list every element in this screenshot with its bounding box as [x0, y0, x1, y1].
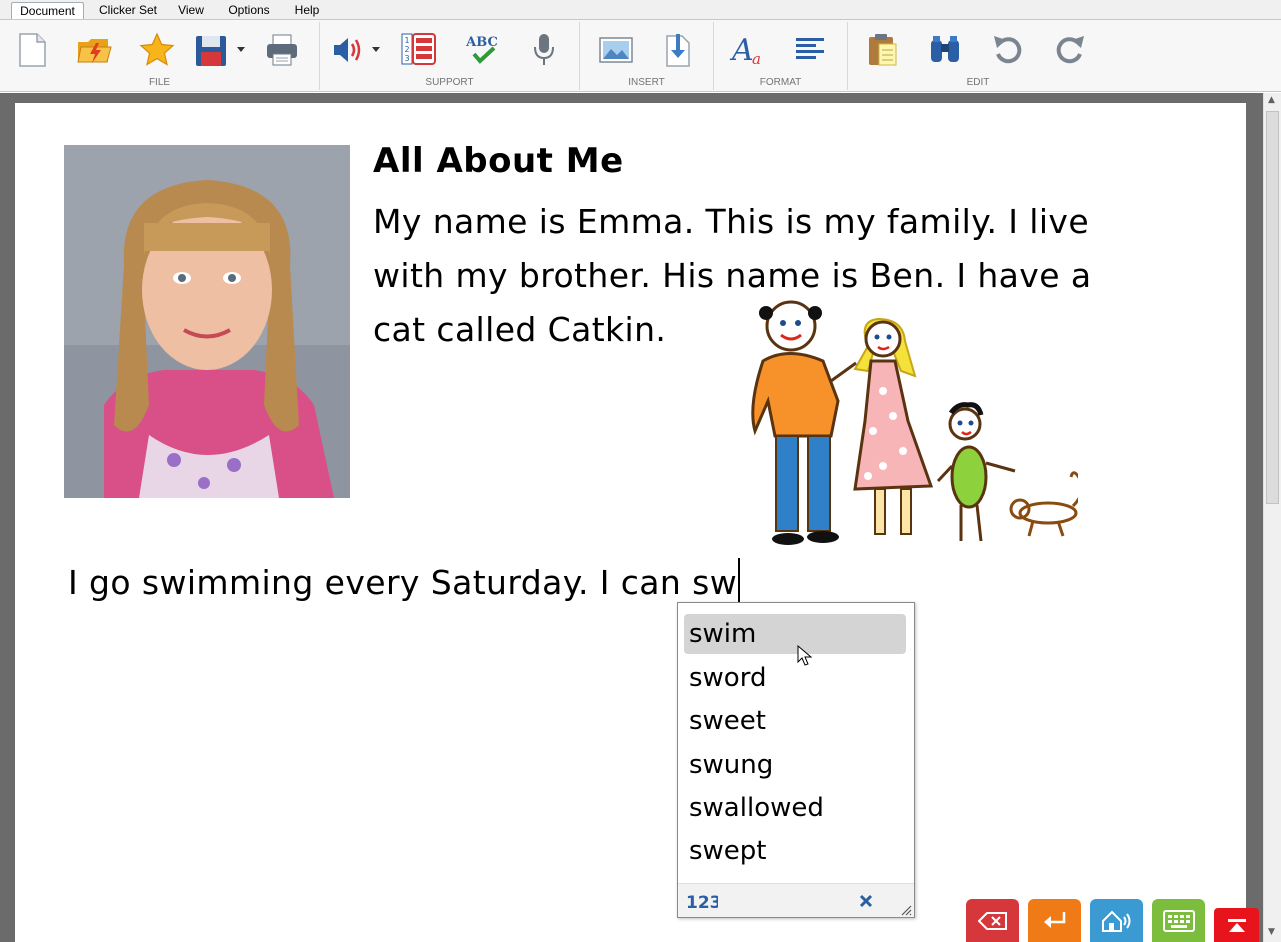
- prediction-word[interactable]: sword: [684, 658, 906, 698]
- find-button[interactable]: [925, 30, 965, 70]
- prediction-footer: 123: [678, 883, 914, 917]
- microphone-button[interactable]: [524, 30, 564, 70]
- child-photo-image: [64, 145, 350, 498]
- document-page[interactable]: All About Me My name is Emma. This is my…: [15, 103, 1246, 942]
- enter-icon: [1044, 912, 1066, 928]
- enter-button[interactable]: [1028, 899, 1081, 942]
- open-button[interactable]: [74, 30, 114, 70]
- print-icon: [267, 34, 297, 66]
- favourites-button[interactable]: [137, 30, 177, 70]
- save-icon: [196, 36, 245, 66]
- font-icon: A a: [729, 33, 761, 68]
- speak-home-button[interactable]: [1090, 899, 1143, 942]
- insert-file-icon: [666, 34, 690, 67]
- document-title: All About Me: [373, 141, 624, 181]
- undo-icon: [994, 36, 1022, 64]
- eject-icon: [1228, 919, 1246, 932]
- prediction-word[interactable]: sweet: [684, 701, 906, 741]
- ribbon-group-label-edit: EDIT: [966, 77, 990, 88]
- ribbon-group-label-format: FORMAT: [759, 77, 802, 88]
- ribbon-group-file: FILE: [0, 20, 319, 92]
- ribbon-group-label-support: SUPPORT: [425, 77, 474, 88]
- speech-button[interactable]: [328, 30, 384, 70]
- ribbon-group-support: 1 2 3 ABC SUPPORT: [320, 20, 579, 92]
- insert-picture-button[interactable]: [596, 30, 636, 70]
- ribbon-group-format: A a FORMAT: [714, 20, 847, 92]
- menu-bar: Document Clicker Set View Options Help: [0, 0, 1281, 20]
- insert-picture-icon: [599, 37, 633, 63]
- undo-button[interactable]: [988, 30, 1028, 70]
- tab-options[interactable]: Options: [222, 2, 276, 20]
- word-prediction-icon: 1 2 3: [401, 33, 436, 65]
- prediction-word[interactable]: swallowed: [684, 788, 906, 828]
- spell-check-button[interactable]: ABC: [462, 30, 502, 70]
- svg-text:A: A: [729, 33, 754, 68]
- ribbon-group-label-insert: INSERT: [628, 77, 665, 88]
- resize-grip-icon[interactable]: [900, 904, 912, 916]
- eject-button[interactable]: [1214, 908, 1259, 942]
- ribbon-toolbar: FILE 1 2 3 ABC SUPPORT INSERT A a FORMAT…: [0, 19, 1281, 92]
- spell-check-icon: ABC: [465, 35, 498, 64]
- svg-text:123: 123: [686, 893, 718, 913]
- document-area: All About Me My name is Emma. This is my…: [0, 93, 1263, 942]
- save-button[interactable]: [192, 30, 248, 70]
- speaking-house-icon: [1102, 910, 1131, 932]
- keyboard-button[interactable]: [1152, 899, 1205, 942]
- redo-icon: [1056, 36, 1084, 64]
- tab-help[interactable]: Help: [288, 2, 326, 20]
- vertical-scrollbar[interactable]: ▲ ▼: [1263, 93, 1281, 942]
- redo-button[interactable]: [1050, 30, 1090, 70]
- scroll-thumb[interactable]: [1266, 111, 1279, 504]
- typing-line-text: I go swimming every Saturday. I can sw: [68, 563, 738, 602]
- favourite-star-icon: [139, 32, 175, 66]
- tab-clicker-set[interactable]: Clicker Set: [94, 2, 162, 20]
- keyboard-icon: [1163, 910, 1195, 932]
- svg-text:3: 3: [404, 54, 409, 63]
- paste-icon: [869, 34, 897, 66]
- word-prediction-button[interactable]: 1 2 3: [398, 30, 438, 70]
- tab-document[interactable]: Document: [11, 2, 84, 20]
- ribbon-group-insert: INSERT: [580, 20, 713, 92]
- open-folder-icon: [77, 39, 112, 63]
- tab-view[interactable]: View: [172, 2, 210, 20]
- delete-word-button[interactable]: [966, 899, 1019, 942]
- ribbon-group-label-file: FILE: [148, 77, 171, 88]
- new-document-icon: [19, 33, 46, 67]
- typing-line: I go swimming every Saturday. I can sw: [68, 558, 741, 606]
- family-drawing-image: [751, 300, 1078, 545]
- backspace-icon: [978, 912, 1007, 930]
- scroll-up-icon[interactable]: ▲: [1268, 95, 1275, 105]
- find-binoculars-icon: [931, 36, 959, 62]
- insert-file-button[interactable]: [658, 30, 698, 70]
- paste-button[interactable]: [862, 30, 902, 70]
- close-icon[interactable]: [858, 893, 874, 909]
- font-button[interactable]: A a: [728, 30, 768, 70]
- new-document-button[interactable]: [12, 30, 52, 70]
- text-caret: [738, 558, 741, 606]
- prediction-word[interactable]: swim: [684, 614, 906, 654]
- word-prediction-popup: swim sword sweet swung swallowed swept 1…: [677, 602, 915, 918]
- ribbon-group-edit: EDIT: [848, 20, 1108, 92]
- microphone-icon: [534, 34, 554, 65]
- align-left-icon: [796, 38, 824, 59]
- svg-text:1: 1: [404, 36, 409, 45]
- prediction-word[interactable]: swung: [684, 745, 906, 785]
- print-button[interactable]: [262, 30, 302, 70]
- svg-text:a: a: [752, 50, 761, 68]
- mouse-pointer-icon: [797, 645, 813, 666]
- prediction-word[interactable]: swept: [684, 831, 906, 871]
- svg-text:2: 2: [404, 45, 409, 54]
- speech-icon: [334, 38, 380, 62]
- align-button[interactable]: [790, 30, 830, 70]
- numbers-123-icon[interactable]: 123: [684, 888, 718, 914]
- scroll-down-icon[interactable]: ▼: [1268, 927, 1275, 937]
